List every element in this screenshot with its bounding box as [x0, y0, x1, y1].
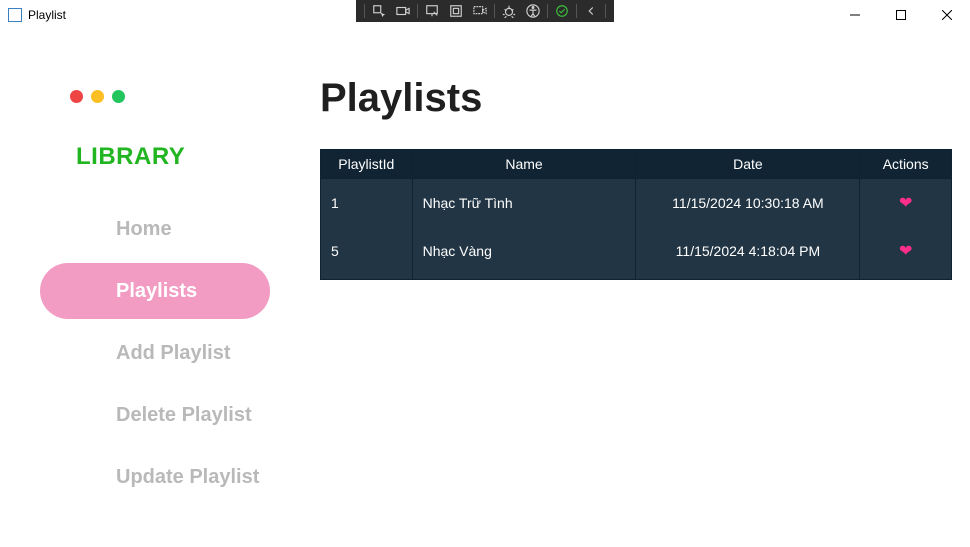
- col-header-name[interactable]: Name: [412, 150, 636, 179]
- sidebar-item-add-playlist[interactable]: Add Playlist: [40, 325, 270, 381]
- window-title: Playlist: [28, 8, 66, 22]
- col-header-id[interactable]: PlaylistId: [321, 150, 413, 179]
- cell-date: 11/15/2024 4:18:04 PM: [636, 227, 860, 280]
- library-heading: LIBRARY: [0, 143, 290, 171]
- bug-icon[interactable]: [497, 2, 521, 20]
- sidebar-item-label: Add Playlist: [116, 342, 230, 365]
- validate-ok-icon[interactable]: [550, 2, 574, 20]
- sidebar-item-update-playlist[interactable]: Update Playlist: [40, 449, 270, 505]
- sidebar-item-playlists[interactable]: Playlists: [40, 263, 270, 319]
- col-header-actions[interactable]: Actions: [860, 150, 952, 179]
- cell-name: Nhạc Vàng: [412, 227, 636, 280]
- sidebar: LIBRARY Home Playlists Add Playlist Dele…: [0, 30, 290, 547]
- sidebar-item-label: Delete Playlist: [116, 404, 252, 427]
- sidebar-item-label: Update Playlist: [116, 466, 259, 489]
- sidebar-item-home[interactable]: Home: [40, 201, 270, 257]
- layout-inspect-icon[interactable]: [468, 2, 492, 20]
- camera-icon[interactable]: [391, 2, 415, 20]
- close-button[interactable]: [924, 0, 970, 30]
- app-icon: [8, 8, 22, 22]
- minimize-button[interactable]: [832, 0, 878, 30]
- sidebar-item-delete-playlist[interactable]: Delete Playlist: [40, 387, 270, 443]
- select-element-icon[interactable]: [367, 2, 391, 20]
- debug-toolbar: [356, 0, 614, 22]
- sidebar-item-label: Playlists: [116, 280, 197, 303]
- pointer-select-icon[interactable]: [420, 2, 444, 20]
- accessibility-icon[interactable]: [521, 2, 545, 20]
- traffic-green-icon: [112, 90, 125, 103]
- table-header-row: PlaylistId Name Date Actions: [321, 150, 952, 179]
- sidebar-item-label: Home: [116, 218, 172, 241]
- cell-name: Nhạc Trữ Tình: [412, 179, 636, 228]
- page-title: Playlists: [320, 76, 952, 121]
- table-row[interactable]: 1 Nhạc Trữ Tình 11/15/2024 10:30:18 AM ❤: [321, 179, 952, 228]
- main-content: Playlists PlaylistId Name Date Actions 1…: [290, 30, 970, 547]
- heart-icon[interactable]: ❤: [899, 243, 912, 260]
- cell-id: 5: [321, 227, 413, 280]
- heart-icon[interactable]: ❤: [899, 195, 912, 212]
- collapse-icon[interactable]: [579, 2, 603, 20]
- playlists-table: PlaylistId Name Date Actions 1 Nhạc Trữ …: [320, 149, 952, 280]
- table-row[interactable]: 5 Nhạc Vàng 11/15/2024 4:18:04 PM ❤: [321, 227, 952, 280]
- maximize-button[interactable]: [878, 0, 924, 30]
- traffic-lights: [0, 90, 290, 103]
- window-titlebar: Playlist: [0, 0, 970, 30]
- traffic-yellow-icon: [91, 90, 104, 103]
- cell-id: 1: [321, 179, 413, 228]
- cell-date: 11/15/2024 10:30:18 AM: [636, 179, 860, 228]
- box-model-icon[interactable]: [444, 2, 468, 20]
- traffic-red-icon: [70, 90, 83, 103]
- col-header-date[interactable]: Date: [636, 150, 860, 179]
